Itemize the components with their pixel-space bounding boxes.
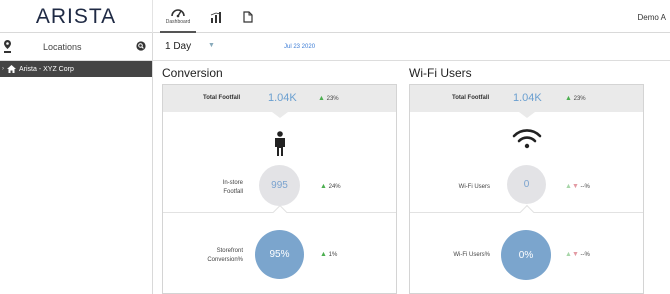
header-pointer	[272, 112, 288, 118]
wifi-total-footfall-value: 1.04K	[513, 92, 542, 104]
total-footfall-label: Total Footfall	[203, 95, 241, 101]
conversion-title: Conversion	[162, 66, 223, 80]
wifi-card-header: Total Footfall 1.04K ▲ 23%	[410, 85, 643, 112]
location-item-label: Arista - XYZ Corp	[19, 65, 74, 73]
wifi-total-footfall-change: ▲ 23%	[565, 95, 586, 102]
wifi-users-pct-label: Wi-Fi Users%	[453, 252, 490, 258]
nav-reports[interactable]	[234, 0, 262, 33]
location-item[interactable]: › Arista - XYZ Corp	[0, 61, 152, 77]
trend-neutral-icon: ▲▼	[565, 251, 579, 258]
wifi-users-pct-circle: 0%	[501, 230, 551, 280]
storefront-conversion-circle: 95%	[255, 230, 304, 279]
user-menu[interactable]: Demo A	[638, 13, 666, 22]
trend-neutral-icon: ▲▼	[565, 183, 579, 190]
wifi-header-pointer	[519, 112, 535, 118]
trend-up-icon: ▲	[320, 183, 327, 190]
speedometer-icon	[171, 8, 185, 17]
period-dropdown-icon[interactable]: ▼	[208, 42, 215, 49]
sidebar: Locations › Arista - XYZ Corp	[0, 33, 153, 294]
conversion-card-header: Total Footfall 1.04K ▲ 23%	[163, 85, 396, 112]
storefront-conversion-value: 95%	[269, 249, 290, 260]
wifi-users-circle: 0	[507, 165, 546, 204]
nav-dashboard-label: Dashboard	[165, 18, 191, 25]
trend-up-icon: ▲	[565, 95, 572, 102]
logo-area[interactable]: ARISTA	[0, 0, 153, 33]
wifi-users-value: 0	[523, 179, 530, 190]
date-picker[interactable]: Jul 23 2020	[284, 44, 315, 50]
wifi-icon	[512, 129, 542, 149]
locations-title: Locations	[43, 42, 82, 52]
nav-dashboard[interactable]: Dashboard	[160, 0, 196, 33]
bar-chart-icon	[210, 11, 221, 23]
person-icon	[275, 131, 285, 156]
wifi-users-change: ▲▼ --%	[565, 183, 590, 190]
home-icon	[7, 65, 16, 73]
instore-footfall-circle: 995	[259, 165, 300, 206]
nav-analytics[interactable]	[202, 0, 230, 33]
locations-header: Locations	[0, 33, 152, 61]
total-footfall-value: 1.04K	[268, 92, 297, 104]
trend-up-icon: ▲	[320, 251, 327, 258]
conversion-card: Total Footfall 1.04K ▲ 23% In-store Footf…	[162, 84, 397, 294]
wifi-users-pct-change: ▲▼ --%	[565, 251, 590, 258]
divider-notch	[272, 204, 288, 220]
wifi-users-pct-value: 0%	[518, 249, 534, 261]
instore-footfall-label: In-store Footfall	[222, 180, 243, 195]
wifi-users-card: Total Footfall 1.04K ▲ 23% Wi-Fi Users 0…	[409, 84, 644, 294]
storefront-conversion-label: Storefront Conversion%	[207, 248, 243, 263]
wifi-users-title: Wi-Fi Users	[409, 66, 472, 80]
toolbar: 1 Day ▼ Jul 23 2020	[153, 33, 670, 61]
period-select[interactable]: 1 Day	[165, 41, 191, 52]
document-icon	[243, 10, 253, 23]
instore-footfall-value: 995	[271, 180, 288, 191]
search-icon[interactable]	[136, 41, 146, 51]
instore-footfall-change: ▲ 24%	[320, 183, 341, 190]
total-footfall-change: ▲ 23%	[318, 95, 339, 102]
trend-up-icon: ▲	[318, 95, 325, 102]
arista-logo: ARISTA	[35, 4, 117, 28]
top-bar: ARISTA Dashboard Demo A	[0, 0, 670, 33]
wifi-users-label: Wi-Fi Users	[458, 184, 490, 190]
wifi-divider-notch	[519, 204, 535, 220]
storefront-conversion-change: ▲ 1%	[320, 251, 338, 258]
location-pin-icon	[4, 40, 11, 53]
expand-caret-icon[interactable]: ›	[2, 66, 4, 72]
wifi-total-footfall-label: Total Footfall	[452, 95, 490, 101]
